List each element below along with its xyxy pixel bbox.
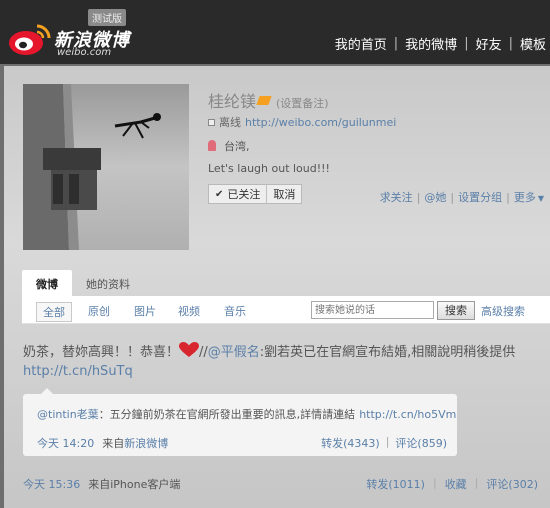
heart-icon <box>179 342 200 357</box>
nav-home[interactable]: 我的首页 <box>335 34 387 53</box>
search-her-posts-input[interactable] <box>311 301 434 319</box>
profile-name: 桂纶镁 (设置备注) <box>208 88 329 112</box>
retweet-comment-link[interactable]: 评论(859) <box>395 435 447 451</box>
retweet-via-label: 来自 <box>102 437 125 450</box>
more-menu[interactable]: 更多 ▼ <box>514 189 544 205</box>
repost-link[interactable]: 转发(1011) <box>366 476 425 492</box>
retweet-meta: 今天 14:20 来自新浪微博 <box>37 435 168 451</box>
post-time-link[interactable]: 今天 15:36 <box>23 478 80 491</box>
retweet-text: @tintin老葉：五分鐘前奶茶在官網所發出重要的訊息,詳情請連結 http://… <box>37 406 456 422</box>
request-follow-link[interactable]: 求关注 <box>380 189 413 205</box>
action-separator: | <box>416 190 421 204</box>
post-via: 来自iPhone客户端 <box>88 478 181 491</box>
followed-button[interactable]: ✔ 已关注 <box>209 185 266 203</box>
repost-slashes: // <box>199 345 208 360</box>
search-button[interactable]: 搜索 <box>437 301 475 320</box>
advanced-search-link[interactable]: 高级搜索 <box>481 303 525 319</box>
stats-separator: | <box>385 435 390 448</box>
retweet-time-link[interactable]: 今天 14:20 <box>37 437 94 450</box>
top-bar: 新浪微博 weibo.com 测试版 我的首页 | 我的微博 | 好友 | 模板 <box>0 0 550 64</box>
profile-url-link[interactable]: http://weibo.com/guilunmei <box>245 116 396 129</box>
retweet-stats: 转发(4343) | 评论(859) <box>321 435 447 451</box>
nav-separator: | <box>464 36 469 51</box>
retweet-repost-link[interactable]: 转发(4343) <box>321 435 380 451</box>
nav-separator: | <box>508 36 513 51</box>
retweet-url-link[interactable]: http://t.cn/ho5Vm <box>359 408 456 421</box>
post-meta: 今天 15:36 来自iPhone客户端 <box>23 476 180 492</box>
offline-icon <box>208 119 215 126</box>
filter-images[interactable]: 图片 <box>128 302 162 320</box>
logo-subtext: weibo.com <box>57 47 112 58</box>
profile-avatar[interactable] <box>23 84 189 250</box>
avatar-photo <box>23 84 189 250</box>
retweet-user-link[interactable]: @tintin老葉 <box>37 408 99 421</box>
favorite-link[interactable]: 收藏 <box>445 476 467 492</box>
check-icon: ✔ <box>215 188 224 200</box>
more-label: 更多 <box>513 191 536 204</box>
stats-separator: | <box>474 476 479 489</box>
profile-page: 桂纶镁 (设置备注) 离线 http://weibo.com/guilunmei 台… <box>4 66 550 508</box>
post-text-quoted: :劉若英已在官網宣布結婚,相關說明稍後提供 <box>259 345 516 360</box>
profile-location: 台湾, <box>208 138 250 154</box>
stats-separator: | <box>432 476 437 489</box>
followed-label: 已关注 <box>227 188 261 201</box>
post-stats: 转发(1011) | 收藏 | 评论(302) <box>366 476 538 492</box>
weibo-logo-icon[interactable] <box>7 22 51 56</box>
online-status: 离线 http://weibo.com/guilunmei <box>208 114 396 130</box>
mention-her-link[interactable]: @她 <box>424 189 446 205</box>
tab-weibo[interactable]: 微博 <box>22 270 72 296</box>
location-text: 台湾, <box>224 140 250 153</box>
profile-bio: Let's laugh out loud!!! <box>208 162 330 175</box>
filter-original[interactable]: 原创 <box>82 302 116 320</box>
nav-friends[interactable]: 好友 <box>476 34 502 53</box>
profile-actions: 求关注 | @她 | 设置分组 | 更多 ▼ <box>380 189 544 205</box>
post-text: 奶茶，替妳高興！！恭喜！//@平假名:劉若英已在官網宣布結婚,相關說明稍後提供 … <box>23 342 543 381</box>
retweet-body: ：五分鐘前奶茶在官網所發出重要的訊息,詳情請連結 <box>98 408 356 421</box>
female-icon <box>208 140 216 151</box>
profile-name-text: 桂纶镁 <box>208 92 257 111</box>
set-remark-link[interactable]: (设置备注) <box>276 97 329 110</box>
status-text: 离线 <box>219 116 241 129</box>
nav-my-weibo[interactable]: 我的微博 <box>405 34 457 53</box>
filter-all[interactable]: 全部 <box>36 302 72 322</box>
comment-link[interactable]: 评论(302) <box>486 476 538 492</box>
follow-button-group: ✔ 已关注 取消 <box>208 184 303 204</box>
beta-badge: 测试版 <box>88 9 126 26</box>
set-group-link[interactable]: 设置分组 <box>458 189 502 205</box>
action-separator: | <box>506 190 510 204</box>
top-nav: 我的首页 | 我的微博 | 好友 | 模板 <box>335 34 546 53</box>
filter-bar: 全部 原创 图片 视频 音乐 搜索 高级搜索 <box>22 296 550 324</box>
post-url-link[interactable]: http://t.cn/hSuTq <box>23 364 133 379</box>
action-separator: | <box>450 190 455 204</box>
verified-icon <box>256 96 272 105</box>
post-mention-link[interactable]: @平假名 <box>208 345 260 360</box>
tab-her-profile[interactable]: 她的资料 <box>72 270 144 296</box>
retweet-via-link[interactable]: 新浪微博 <box>124 437 168 450</box>
unfollow-button[interactable]: 取消 <box>266 185 301 203</box>
nav-templates[interactable]: 模板 <box>520 34 546 53</box>
filter-music[interactable]: 音乐 <box>218 302 252 320</box>
caret-down-icon: ▼ <box>537 194 544 203</box>
post-text-main: 奶茶，替妳高興！！恭喜！ <box>23 345 180 360</box>
profile-tabs: 微博 她的资料 <box>22 268 144 296</box>
retweet-box: @tintin老葉：五分鐘前奶茶在官網所發出重要的訊息,詳情請連結 http://… <box>23 388 457 456</box>
nav-separator: | <box>393 36 399 51</box>
filter-video[interactable]: 视频 <box>172 302 206 320</box>
